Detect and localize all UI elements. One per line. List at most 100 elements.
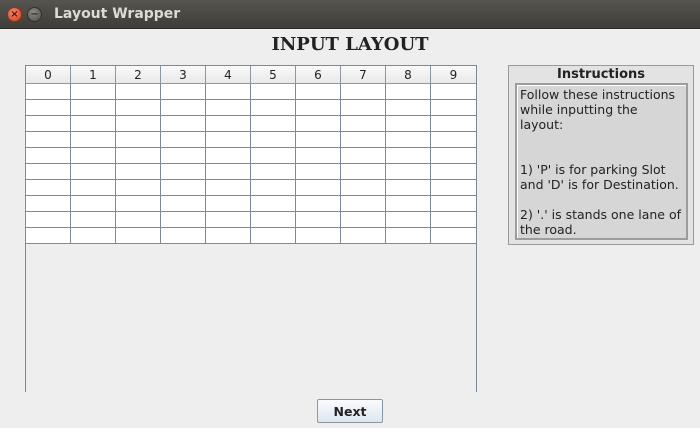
table-cell[interactable]: [341, 132, 386, 148]
table-cell[interactable]: [71, 228, 116, 244]
column-header[interactable]: 9: [431, 66, 476, 84]
table-cell[interactable]: [116, 132, 161, 148]
table-cell[interactable]: [296, 212, 341, 228]
table-cell[interactable]: [251, 180, 296, 196]
table-cell[interactable]: [161, 148, 206, 164]
table-cell[interactable]: [431, 164, 476, 180]
table-cell[interactable]: [431, 100, 476, 116]
column-header[interactable]: 6: [296, 66, 341, 84]
table-cell[interactable]: [386, 180, 431, 196]
table-cell[interactable]: [71, 116, 116, 132]
next-button[interactable]: Next: [317, 399, 383, 423]
table-cell[interactable]: [26, 116, 71, 132]
table-cell[interactable]: [206, 180, 251, 196]
table-cell[interactable]: [386, 196, 431, 212]
table-cell[interactable]: [296, 180, 341, 196]
table-cell[interactable]: [296, 100, 341, 116]
close-icon[interactable]: ×: [7, 7, 22, 22]
instructions-text-area[interactable]: Follow these instructions while inputtin…: [515, 83, 688, 240]
table-cell[interactable]: [206, 84, 251, 100]
table-cell[interactable]: [26, 84, 71, 100]
table-cell[interactable]: [341, 116, 386, 132]
table-cell[interactable]: [251, 196, 296, 212]
table-cell[interactable]: [206, 116, 251, 132]
table-cell[interactable]: [161, 180, 206, 196]
table-cell[interactable]: [71, 212, 116, 228]
table-cell[interactable]: [296, 148, 341, 164]
table-cell[interactable]: [26, 164, 71, 180]
table-cell[interactable]: [116, 228, 161, 244]
table-cell[interactable]: [161, 116, 206, 132]
table-cell[interactable]: [206, 148, 251, 164]
table-cell[interactable]: [71, 84, 116, 100]
table-cell[interactable]: [71, 196, 116, 212]
table-cell[interactable]: [341, 164, 386, 180]
table-cell[interactable]: [26, 212, 71, 228]
table-cell[interactable]: [296, 228, 341, 244]
table-cell[interactable]: [116, 164, 161, 180]
table-cell[interactable]: [251, 116, 296, 132]
table-cell[interactable]: [341, 84, 386, 100]
column-header[interactable]: 7: [341, 66, 386, 84]
table-cell[interactable]: [26, 180, 71, 196]
table-cell[interactable]: [161, 164, 206, 180]
table-cell[interactable]: [116, 84, 161, 100]
table-cell[interactable]: [71, 148, 116, 164]
column-header[interactable]: 0: [26, 66, 71, 84]
column-header[interactable]: 8: [386, 66, 431, 84]
table-cell[interactable]: [431, 228, 476, 244]
table-cell[interactable]: [386, 148, 431, 164]
table-cell[interactable]: [386, 84, 431, 100]
table-cell[interactable]: [116, 116, 161, 132]
table-cell[interactable]: [71, 180, 116, 196]
column-header[interactable]: 4: [206, 66, 251, 84]
table-cell[interactable]: [296, 132, 341, 148]
table-cell[interactable]: [431, 132, 476, 148]
table-cell[interactable]: [26, 100, 71, 116]
table-cell[interactable]: [161, 196, 206, 212]
table-cell[interactable]: [251, 164, 296, 180]
table-cell[interactable]: [26, 148, 71, 164]
table-cell[interactable]: [206, 228, 251, 244]
table-cell[interactable]: [116, 148, 161, 164]
table-cell[interactable]: [116, 180, 161, 196]
table-cell[interactable]: [251, 132, 296, 148]
table-cell[interactable]: [161, 84, 206, 100]
table-cell[interactable]: [431, 212, 476, 228]
table-cell[interactable]: [386, 164, 431, 180]
table-cell[interactable]: [431, 116, 476, 132]
table-cell[interactable]: [296, 196, 341, 212]
table-cell[interactable]: [251, 100, 296, 116]
table-cell[interactable]: [341, 180, 386, 196]
table-cell[interactable]: [161, 228, 206, 244]
table-cell[interactable]: [386, 116, 431, 132]
table-cell[interactable]: [251, 84, 296, 100]
table-cell[interactable]: [71, 164, 116, 180]
table-cell[interactable]: [386, 132, 431, 148]
table-cell[interactable]: [116, 100, 161, 116]
table-cell[interactable]: [161, 132, 206, 148]
table-cell[interactable]: [386, 212, 431, 228]
table-cell[interactable]: [206, 132, 251, 148]
table-cell[interactable]: [341, 212, 386, 228]
table-cell[interactable]: [296, 164, 341, 180]
table-cell[interactable]: [386, 100, 431, 116]
table-cell[interactable]: [341, 196, 386, 212]
table-cell[interactable]: [161, 212, 206, 228]
table-cell[interactable]: [26, 196, 71, 212]
table-cell[interactable]: [26, 132, 71, 148]
table-cell[interactable]: [431, 84, 476, 100]
table-cell[interactable]: [161, 100, 206, 116]
table-cell[interactable]: [251, 148, 296, 164]
table-cell[interactable]: [251, 228, 296, 244]
column-header[interactable]: 5: [251, 66, 296, 84]
table-cell[interactable]: [341, 100, 386, 116]
column-header[interactable]: 2: [116, 66, 161, 84]
table-cell[interactable]: [341, 228, 386, 244]
table-cell[interactable]: [71, 100, 116, 116]
table-cell[interactable]: [341, 148, 386, 164]
table-cell[interactable]: [206, 100, 251, 116]
table-cell[interactable]: [206, 212, 251, 228]
table-cell[interactable]: [116, 212, 161, 228]
minimize-icon[interactable]: −: [27, 7, 42, 22]
